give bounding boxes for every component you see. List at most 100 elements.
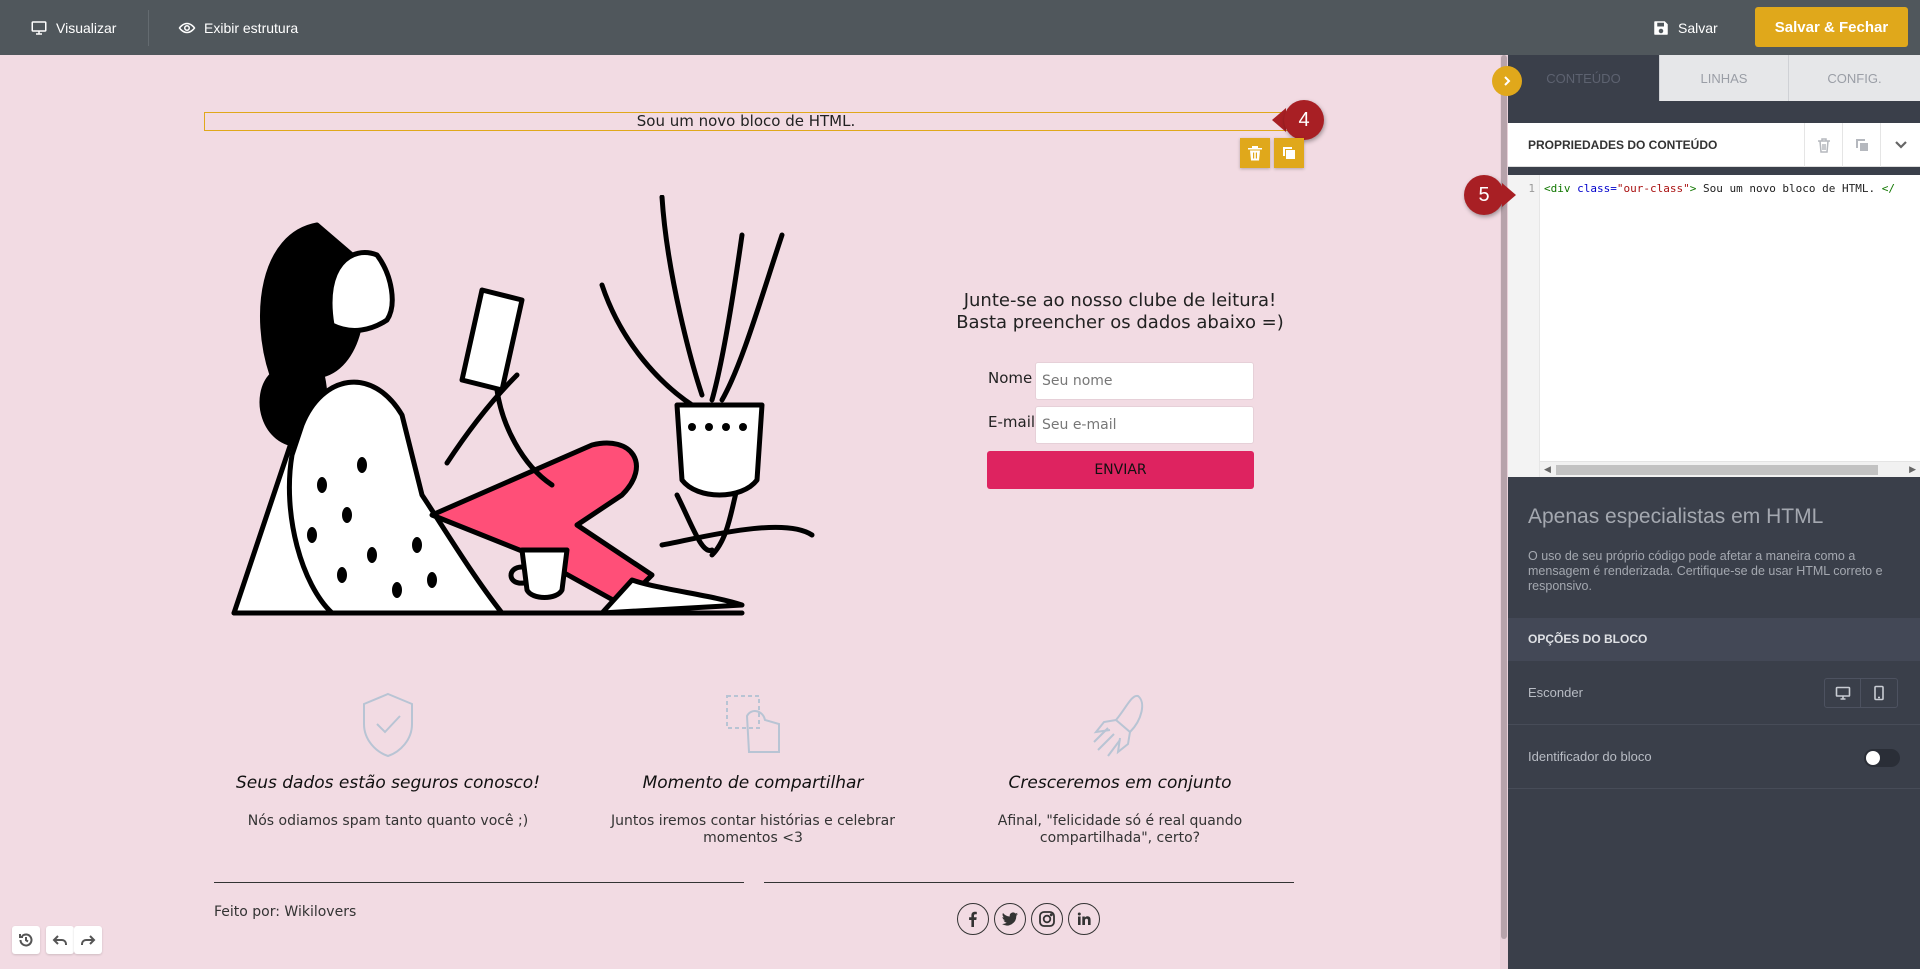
scroll-right-arrow-icon[interactable]: ▶: [1909, 464, 1916, 475]
callout-5: 5: [1464, 175, 1504, 215]
preview-label: Visualizar: [56, 19, 117, 36]
email-field-label: E-mail: [988, 413, 1036, 431]
desktop-icon: [1835, 686, 1850, 700]
hide-on-desktop-button[interactable]: [1825, 679, 1862, 707]
chevron-right-icon: [1504, 76, 1511, 86]
callout-4: 4: [1284, 100, 1324, 140]
footer-divider-right: [764, 882, 1294, 883]
device-visibility-group: [1824, 678, 1898, 708]
facebook-button[interactable]: [957, 903, 989, 935]
line-number-gutter: 1: [1508, 175, 1540, 477]
footer-divider-left: [214, 882, 744, 883]
eye-icon: [178, 22, 196, 33]
hide-on-mobile-button[interactable]: [1861, 679, 1897, 707]
undo-button[interactable]: [46, 926, 74, 954]
instagram-icon: [1039, 911, 1055, 927]
reading-woman-illustration: [231, 195, 815, 616]
feature-growth: Cresceremos em conjunto Afinal, "felicid…: [955, 690, 1285, 847]
html-code-editor[interactable]: 1 <div class="our-class"> Sou um novo bl…: [1508, 175, 1920, 477]
delete-block-button[interactable]: [1240, 138, 1270, 168]
properties-panel: CONTEÚDO LINHAS CONFIG. PROPRIEDADES DO …: [1508, 55, 1920, 969]
name-input[interactable]: [1035, 362, 1254, 400]
feature-text: Afinal, "felicidade só é real quando com…: [997, 813, 1243, 846]
tab-content[interactable]: CONTEÚDO: [1508, 55, 1659, 101]
code-scrollbar-thumb[interactable]: [1556, 465, 1878, 475]
content-properties-header: PROPRIEDADES DO CONTEÚDO: [1508, 123, 1920, 167]
floppy-disk-icon: [1654, 20, 1668, 35]
signup-heading: Junte-se ao nosso clube de leitura! Bast…: [930, 290, 1310, 334]
callout-5-pointer: [1502, 183, 1516, 207]
twitter-button[interactable]: [994, 903, 1026, 935]
code-close-tag: </: [1881, 182, 1896, 195]
content-properties-title: PROPRIEDADES DO CONTEÚDO: [1528, 138, 1718, 152]
feature-sharing: Momento de compartilhar Juntos iremos co…: [588, 690, 918, 847]
history-button[interactable]: [12, 926, 40, 954]
panel-collapse-button[interactable]: [1492, 66, 1522, 96]
monitor-icon: [31, 20, 47, 35]
scroll-left-arrow-icon[interactable]: ◀: [1544, 464, 1551, 475]
tab-rows[interactable]: LINHAS: [1659, 55, 1788, 101]
block-id-label: Identificador do bloco: [1528, 749, 1652, 764]
save-and-close-button[interactable]: Salvar & Fechar: [1755, 7, 1908, 47]
linkedin-icon: [1077, 912, 1091, 925]
save-button[interactable]: Salvar: [1652, 0, 1718, 55]
tab-settings[interactable]: CONFIG.: [1788, 55, 1920, 101]
copy-icon: [1855, 139, 1868, 151]
mobile-icon: [1874, 685, 1884, 701]
block-options-header: OPÇÕES DO BLOCO: [1508, 618, 1920, 661]
signup-heading-line-1: Junte-se ao nosso clube de leitura!: [963, 290, 1277, 311]
line-number: 1: [1528, 182, 1535, 195]
feature-title: Cresceremos em conjunto: [1008, 773, 1232, 793]
instagram-button[interactable]: [1031, 903, 1063, 935]
block-id-option-row: Identificador do bloco: [1508, 725, 1920, 789]
redo-icon: [81, 935, 96, 945]
feature-title: Momento de compartilhar: [642, 773, 864, 793]
top-toolbar: Visualizar Exibir estrutura Salvar Salva…: [0, 0, 1920, 55]
block-id-toggle[interactable]: [1864, 749, 1900, 767]
toolbar-divider: [148, 10, 149, 46]
feature-text: Nós odiamos spam tanto quanto você ;): [247, 813, 529, 829]
code-line[interactable]: <div class="our-class"> Sou um novo bloc…: [1544, 182, 1895, 195]
delete-content-button[interactable]: [1804, 123, 1842, 167]
footer-credit: Feito por: Wikilovers: [214, 904, 357, 920]
html-warning-text: O uso de seu próprio código pode afetar …: [1528, 549, 1883, 593]
redo-button[interactable]: [74, 926, 102, 954]
code-horizontal-scrollbar[interactable]: ◀ ▶: [1540, 461, 1920, 477]
email-input[interactable]: [1035, 406, 1254, 444]
shield-check-icon: [363, 692, 413, 758]
save-label: Salvar: [1678, 19, 1718, 36]
undo-icon: [52, 935, 67, 945]
share-moment-icon: [726, 695, 780, 753]
trash-icon: [1817, 138, 1830, 153]
hide-label: Esconder: [1528, 685, 1583, 700]
submit-button[interactable]: ENVIAR: [987, 451, 1254, 489]
feature-security: Seus dados estão seguros conosco! Nós od…: [223, 690, 553, 830]
show-structure-button[interactable]: Exibir estrutura: [178, 0, 298, 55]
feature-text: Juntos iremos contar histórias e celebra…: [611, 813, 895, 846]
chevron-down-icon: [1894, 141, 1907, 149]
html-content-block[interactable]: Sou um novo bloco de HTML.: [204, 112, 1288, 131]
feature-title: Seus dados estão seguros conosco!: [235, 773, 541, 793]
code-text: Sou um novo bloco de HTML.: [1696, 182, 1882, 195]
trash-icon: [1248, 146, 1262, 161]
code-open-tag: <div: [1544, 182, 1571, 195]
code-attr-name: class=: [1570, 182, 1617, 195]
html-warning-title: Apenas especialistas em HTML: [1528, 505, 1824, 528]
panel-tabs: CONTEÚDO LINHAS CONFIG.: [1508, 55, 1920, 101]
twitter-icon: [1002, 912, 1018, 926]
duplicate-block-button[interactable]: [1274, 138, 1304, 168]
rocket-icon: [1093, 694, 1144, 757]
preview-button[interactable]: Visualizar: [30, 0, 116, 55]
facebook-icon: [969, 911, 977, 927]
linkedin-button[interactable]: [1068, 903, 1100, 935]
collapse-properties-button[interactable]: [1880, 123, 1920, 167]
signup-heading-line-2: Basta preencher os dados abaixo =): [956, 312, 1284, 333]
show-structure-label: Exibir estrutura: [204, 19, 299, 36]
hide-option-row: Esconder: [1508, 661, 1920, 725]
history-icon: [19, 933, 33, 947]
code-attr-value: "our-class": [1616, 182, 1690, 195]
duplicate-content-button[interactable]: [1842, 123, 1880, 167]
copy-icon: [1283, 147, 1295, 159]
toggle-knob: [1866, 751, 1880, 765]
name-field-label: Nome: [988, 369, 1033, 387]
